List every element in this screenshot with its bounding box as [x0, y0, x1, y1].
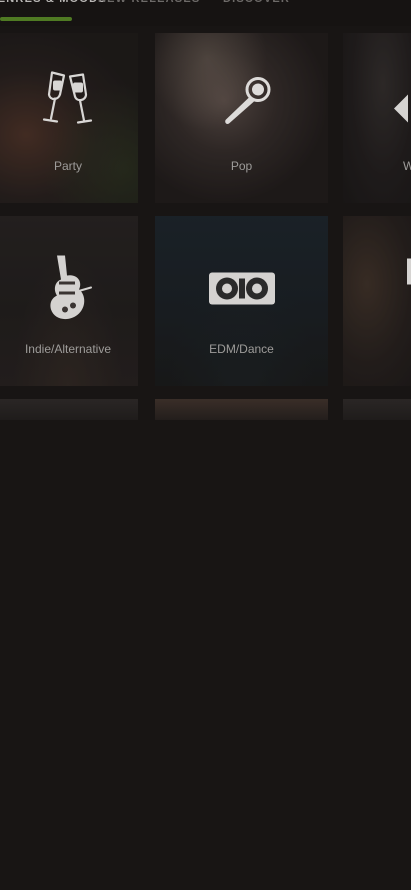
headphones-icon — [390, 89, 411, 134]
genre-tile-rock[interactable] — [343, 216, 411, 386]
genre-tile-partial[interactable] — [0, 399, 138, 420]
genre-tile-label: EDM/Dance — [209, 342, 274, 356]
browse-screen: GENRES & MOODS NEW RELEASES DISCOVER — [0, 0, 411, 890]
genre-tile-partial[interactable] — [155, 399, 328, 420]
tab-genres-moods[interactable]: GENRES & MOODS — [0, 0, 107, 13]
rock-icon — [401, 255, 411, 300]
browse-tab-bar: GENRES & MOODS NEW RELEASES DISCOVER — [0, 0, 411, 26]
genre-tile-partial[interactable] — [343, 399, 411, 420]
genre-tile-workout[interactable]: Workout — [343, 33, 411, 203]
champagne-glasses-icon — [40, 67, 96, 136]
empty-content-area — [0, 420, 411, 890]
active-tab-indicator — [0, 17, 72, 21]
tile-background — [155, 399, 328, 420]
tab-new-releases[interactable]: NEW RELEASES — [98, 0, 200, 13]
genre-tile-pop[interactable]: Pop — [155, 33, 328, 203]
genre-tile-indie-alternative[interactable]: Indie/Alternative — [0, 216, 138, 386]
genre-tile-label: Workout — [403, 159, 411, 173]
genre-tile-label: Pop — [230, 159, 253, 173]
microphone-icon — [218, 72, 278, 137]
tile-background — [0, 399, 138, 420]
tile-background — [343, 399, 411, 420]
electric-guitar-icon — [43, 251, 99, 330]
genre-tile-party[interactable]: Party — [0, 33, 138, 203]
genre-tile-edm-dance[interactable]: EDM/Dance — [155, 216, 328, 386]
genre-tile-label: Indie/Alternative — [24, 342, 112, 356]
genre-tile-label: Party — [53, 159, 82, 173]
speaker-icon — [207, 270, 277, 311]
tile-shade — [343, 216, 411, 386]
tab-discover[interactable]: DISCOVER — [223, 0, 290, 13]
